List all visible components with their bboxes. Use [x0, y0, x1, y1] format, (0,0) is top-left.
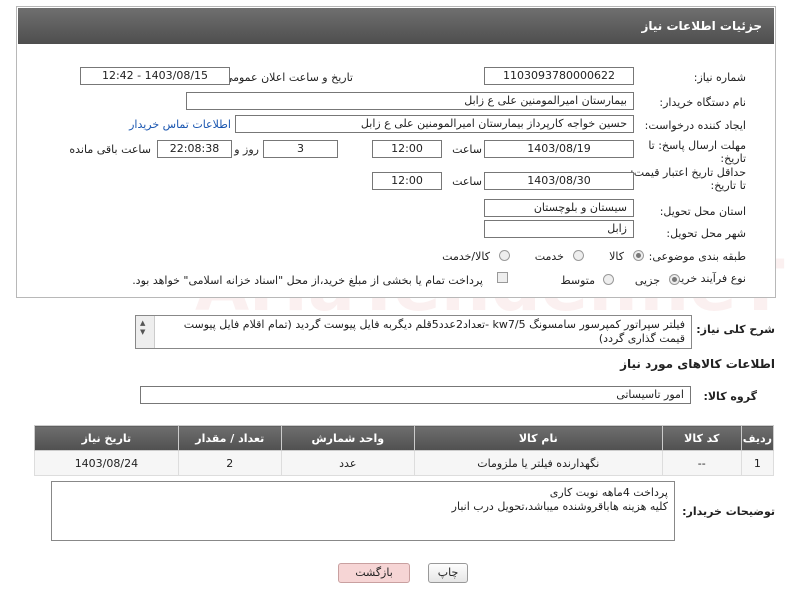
scroll-up-icon[interactable]: ▲ — [140, 319, 145, 327]
creator-label: ایجاد کننده درخواست: — [644, 119, 746, 132]
table-header-row: ردیف کد کالا نام کالا واحد شمارش تعداد /… — [34, 425, 775, 451]
need-number-label: شماره نیاز: — [693, 71, 746, 84]
category-both-label: کالا/خدمت — [442, 250, 490, 263]
buyer-contact-link[interactable]: اطلاعات تماس خریدار — [129, 118, 231, 131]
announce-label: تاریخ و ساعت اعلان عمومی: — [220, 71, 353, 84]
cell-name: نگهدارنده فیلتر یا ملزومات — [413, 450, 663, 476]
goods-group-label: گروه کالا: — [703, 390, 757, 403]
city-label: شهر محل تحویل: — [666, 227, 746, 240]
cell-row: 1 — [740, 450, 775, 476]
creator-field: حسین خواجه کارپرداز بیمارستان امیرالمومن… — [235, 115, 634, 133]
page-title: جزئیات اطلاعات نیاز — [641, 19, 762, 33]
remaining-days-field: 3 — [263, 140, 338, 158]
price-time-label: ساعت — [452, 175, 482, 188]
process-medium-label: متوسط — [560, 274, 595, 287]
price-validity-date-field: 1403/08/30 — [484, 172, 634, 190]
description-label: شرح کلی نیاز: — [696, 323, 775, 336]
buyer-org-field: بیمارستان امیرالمومنین علی ع زابل — [186, 92, 634, 110]
back-button[interactable]: بازگشت — [338, 563, 410, 583]
price-validity-time-field: 12:00 — [372, 172, 442, 190]
process-minor-label: جزیی — [634, 274, 660, 287]
description-text: فیلتر سپراتور کمپرسور سامسونگ kw7/5 -تعد… — [183, 318, 685, 345]
category-label: طبقه بندی موضوعی: — [648, 250, 746, 263]
col-name-header: نام کالا — [413, 425, 663, 451]
cell-unit: عدد — [280, 450, 415, 476]
scroll-down-icon[interactable]: ▼ — [140, 328, 145, 336]
col-date-header: تاریخ نیاز — [34, 425, 179, 451]
days-label: روز و — [234, 143, 259, 156]
panel-header: جزئیات اطلاعات نیاز — [18, 8, 774, 44]
need-number-field: 1103093780000622 — [484, 67, 634, 85]
buyer-notes-line-1: پرداخت 4ماهه نوبت کاری — [549, 486, 668, 499]
cell-code: -- — [661, 450, 742, 476]
col-row-header: ردیف — [740, 425, 775, 451]
category-goods-radio[interactable] — [633, 250, 644, 261]
col-unit-header: واحد شمارش — [280, 425, 415, 451]
table-row: 1 -- نگهدارنده فیلتر یا ملزومات عدد 2 14… — [34, 450, 775, 476]
goods-group-field: امور تاسیساتی — [140, 386, 691, 404]
cell-quantity: 2 — [177, 450, 282, 476]
col-code-header: کد کالا — [661, 425, 742, 451]
process-medium-radio[interactable] — [603, 274, 614, 285]
remaining-label: ساعت باقی مانده — [69, 143, 151, 156]
buyer-notes-textarea[interactable]: پرداخت 4ماهه نوبت کاری کلیه هزینه هاباقر… — [51, 481, 675, 541]
price-validity-label: حداقل تاریخ اعتبار قیمت: تا تاریخ: — [630, 166, 746, 192]
category-service-radio[interactable] — [573, 250, 584, 261]
description-scrollbar[interactable]: ▲ ▼ — [136, 316, 155, 348]
reply-date-field: 1403/08/19 — [484, 140, 634, 158]
items-table: ردیف کد کالا نام کالا واحد شمارش تعداد /… — [34, 425, 775, 476]
category-goods-label: کالا — [609, 250, 624, 263]
category-both-radio[interactable] — [499, 250, 510, 261]
reply-deadline-label: مهلت ارسال پاسخ: تا تاریخ: — [648, 139, 746, 165]
category-service-label: خدمت — [534, 250, 564, 263]
process-minor-radio[interactable] — [669, 274, 680, 285]
announce-datetime-field: 1403/08/15 - 12:42 — [80, 67, 230, 85]
goods-info-title: اطلاعات کالاهای مورد نیاز — [620, 357, 775, 371]
col-quantity-header: تعداد / مقدار — [177, 425, 282, 451]
buyer-org-label: نام دستگاه خریدار: — [659, 96, 746, 109]
province-field: سیستان و بلوچستان — [484, 199, 634, 217]
description-textarea[interactable]: ▲ ▼ فیلتر سپراتور کمپرسور سامسونگ kw7/5 … — [135, 315, 692, 349]
reply-time-field: 12:00 — [372, 140, 442, 158]
city-field: زابل — [484, 220, 634, 238]
print-button[interactable]: چاپ — [428, 563, 468, 583]
province-label: استان محل تحویل: — [659, 205, 746, 218]
buyer-notes-label: توضیحات خریدار: — [682, 505, 775, 518]
treasury-payment-note: پرداخت تمام یا بخشی از مبلغ خرید،از محل … — [132, 274, 483, 287]
treasury-payment-checkbox[interactable] — [497, 272, 508, 283]
cell-date: 1403/08/24 — [34, 450, 179, 476]
reply-time-label: ساعت — [452, 143, 482, 156]
buyer-notes-line-2: کلیه هزینه هاباقروشنده میباشد،تحویل درب … — [451, 500, 668, 513]
remaining-time-field: 22:08:38 — [157, 140, 232, 158]
